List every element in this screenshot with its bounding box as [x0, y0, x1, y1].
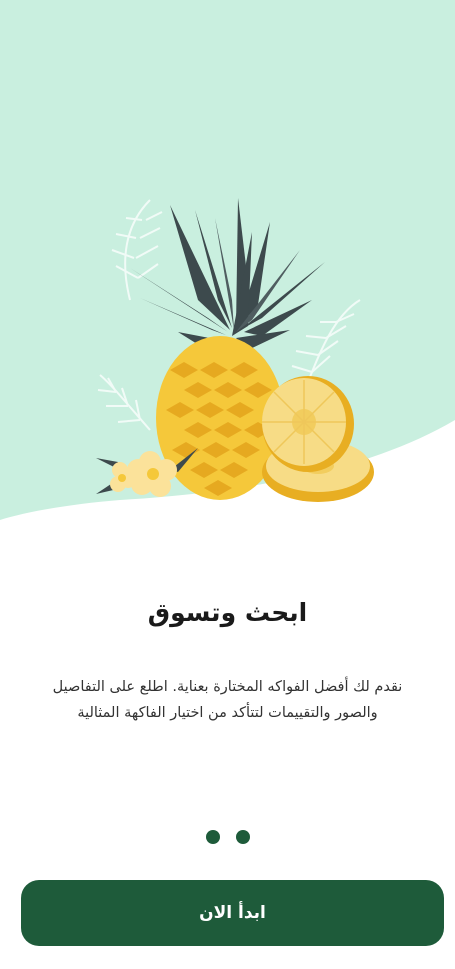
pineapple-illustration — [0, 0, 455, 520]
hero-illustration — [0, 0, 455, 540]
page-dot[interactable] — [205, 830, 220, 844]
page-dot[interactable] — [235, 830, 250, 844]
start-button[interactable]: ابدأ الان — [21, 880, 444, 946]
page-indicator — [0, 830, 455, 844]
onboarding-title: ابحث وتسوق — [147, 598, 308, 627]
onboarding-description: نقدم لك أفضل الفواكه المختارة بعناية. اط… — [52, 679, 403, 721]
